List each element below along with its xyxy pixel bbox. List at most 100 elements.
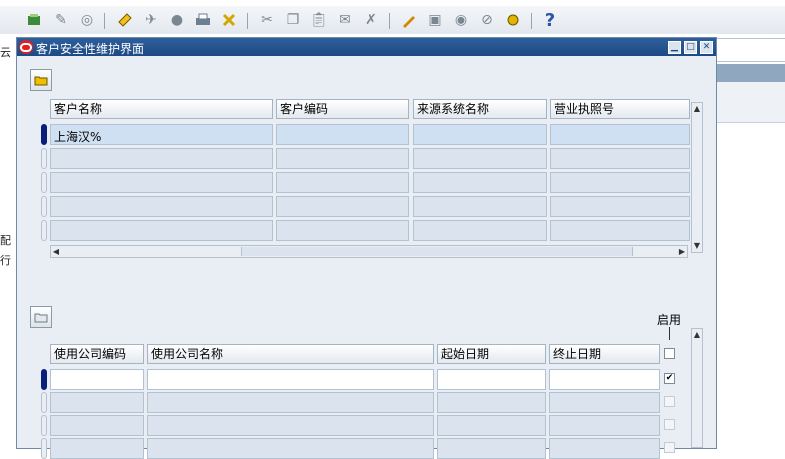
end-date-field[interactable]	[549, 438, 660, 459]
end-date-field[interactable]	[549, 369, 660, 390]
row-selector[interactable]	[41, 148, 47, 169]
customer-code-field[interactable]	[276, 148, 409, 169]
scroll-right-icon[interactable]: ▶	[677, 246, 687, 258]
new-icon[interactable]	[26, 11, 44, 29]
customer-code-field[interactable]	[276, 196, 409, 217]
customer-code-field[interactable]	[276, 124, 409, 145]
enable-checkbox[interactable]: ✔	[664, 373, 675, 384]
scroll-up-icon[interactable]: ▲	[692, 103, 702, 115]
edit-field-icon[interactable]	[400, 11, 418, 29]
oracle-logo-icon	[19, 40, 33, 54]
source-system-field[interactable]	[413, 220, 547, 241]
source-system-field[interactable]	[413, 172, 547, 193]
customer-name-field[interactable]	[50, 196, 273, 217]
new-record-icon[interactable]: ✉	[336, 11, 354, 29]
source-system-field[interactable]	[413, 196, 547, 217]
folder-tools-icon[interactable]	[504, 11, 522, 29]
company-name-field[interactable]	[147, 415, 434, 436]
print-icon[interactable]	[194, 11, 212, 29]
horizontal-scrollbar[interactable]: ◀ ▶	[50, 245, 688, 258]
scroll-left-icon[interactable]: ◀	[51, 246, 61, 258]
company-code-field[interactable]	[50, 369, 144, 390]
vertical-scrollbar[interactable]: ▲	[691, 328, 703, 448]
close-form-icon[interactable]	[220, 11, 238, 29]
switch-icon[interactable]: ●	[168, 11, 186, 29]
customer-code-field[interactable]	[276, 172, 409, 193]
enable-checkbox[interactable]	[664, 396, 675, 407]
end-date-field[interactable]	[549, 415, 660, 436]
row-selector[interactable]	[41, 124, 47, 145]
start-date-field[interactable]	[437, 415, 546, 436]
save-icon[interactable]	[116, 11, 134, 29]
license-number-field[interactable]	[550, 172, 690, 193]
license-number-field[interactable]	[550, 124, 690, 145]
column-header-customer-name: 客户名称	[50, 99, 273, 119]
start-date-field[interactable]	[437, 392, 546, 413]
paste-icon[interactable]: 📋︎	[310, 11, 328, 29]
row-selector[interactable]	[41, 172, 47, 193]
row-selector[interactable]	[41, 369, 47, 390]
scroll-up-icon[interactable]: ▲	[692, 329, 702, 341]
translations-icon[interactable]: ◉	[452, 11, 470, 29]
dialog-title: 客户安全性维护界面	[36, 42, 145, 56]
navigator-icon[interactable]: ◎	[78, 11, 96, 29]
close-button[interactable]: ✕	[700, 41, 713, 54]
maximize-button[interactable]: □	[684, 41, 697, 54]
open-folder-button[interactable]	[30, 306, 52, 328]
start-date-field[interactable]	[437, 438, 546, 459]
customer-name-field[interactable]	[50, 172, 273, 193]
start-date-field[interactable]	[437, 369, 546, 390]
horizontal-scroll-thumb[interactable]	[241, 247, 633, 256]
column-header-customer-code: 客户编码	[276, 99, 409, 119]
source-system-field[interactable]	[413, 124, 547, 145]
toolbar-separator	[531, 13, 532, 29]
company-name-field[interactable]	[147, 438, 434, 459]
column-header-source-system: 来源系统名称	[413, 99, 547, 119]
customer-code-field[interactable]	[276, 220, 409, 241]
delete-record-icon[interactable]: ✗	[362, 11, 380, 29]
enable-checkbox[interactable]	[664, 419, 675, 430]
license-number-field[interactable]	[550, 148, 690, 169]
company-code-field[interactable]	[50, 415, 144, 436]
license-number-field[interactable]	[550, 220, 690, 241]
row-selector[interactable]	[41, 438, 47, 459]
company-code-field[interactable]	[50, 392, 144, 413]
background-label: 行	[0, 254, 11, 267]
column-header-start-date: 起始日期	[437, 344, 546, 364]
scroll-down-icon[interactable]: ▼	[692, 240, 702, 252]
find-icon[interactable]: ✎	[52, 11, 70, 29]
customer-security-dialog: 客户安全性维护界面 ▁ □ ✕ 客户名称 客户编码 来源系统名称 营业执照号 上…	[16, 37, 717, 459]
row-selector[interactable]	[41, 392, 47, 413]
enable-header-checkbox[interactable]	[664, 348, 675, 359]
background-label: 云	[0, 46, 11, 59]
row-selector[interactable]	[41, 196, 47, 217]
row-selector[interactable]	[41, 415, 47, 436]
help-icon[interactable]: ?	[541, 10, 559, 31]
customer-name-field[interactable]: 上海汉%	[50, 124, 273, 145]
row-selector[interactable]	[41, 220, 47, 241]
company-code-field[interactable]	[50, 438, 144, 459]
company-name-field[interactable]	[147, 392, 434, 413]
end-date-field[interactable]	[549, 392, 660, 413]
copy-icon[interactable]: ❐	[284, 11, 302, 29]
attachments-icon[interactable]: ⊘	[478, 11, 496, 29]
next-step-icon[interactable]: ✈	[142, 11, 160, 29]
cut-icon[interactable]: ✂	[258, 11, 276, 29]
column-header-company-name: 使用公司名称	[147, 344, 434, 364]
enable-column-label: 启用	[657, 313, 682, 327]
toolbar-separator	[247, 13, 248, 29]
customer-name-field[interactable]	[50, 220, 273, 241]
company-name-field[interactable]	[147, 369, 434, 390]
minimize-button[interactable]: ▁	[668, 41, 681, 54]
source-system-field[interactable]	[413, 148, 547, 169]
zoom-icon[interactable]: ▣	[426, 11, 444, 29]
enable-checkbox[interactable]	[664, 442, 675, 453]
vertical-scrollbar[interactable]: ▲ ▼	[691, 102, 703, 253]
dialog-titlebar[interactable]: 客户安全性维护界面 ▁ □ ✕	[17, 38, 716, 56]
open-folder-button[interactable]	[30, 69, 52, 91]
license-number-field[interactable]	[550, 196, 690, 217]
toolbar-separator	[104, 13, 105, 29]
background-panel	[716, 82, 785, 123]
toolbar-separator	[389, 13, 390, 29]
customer-name-field[interactable]	[50, 148, 273, 169]
